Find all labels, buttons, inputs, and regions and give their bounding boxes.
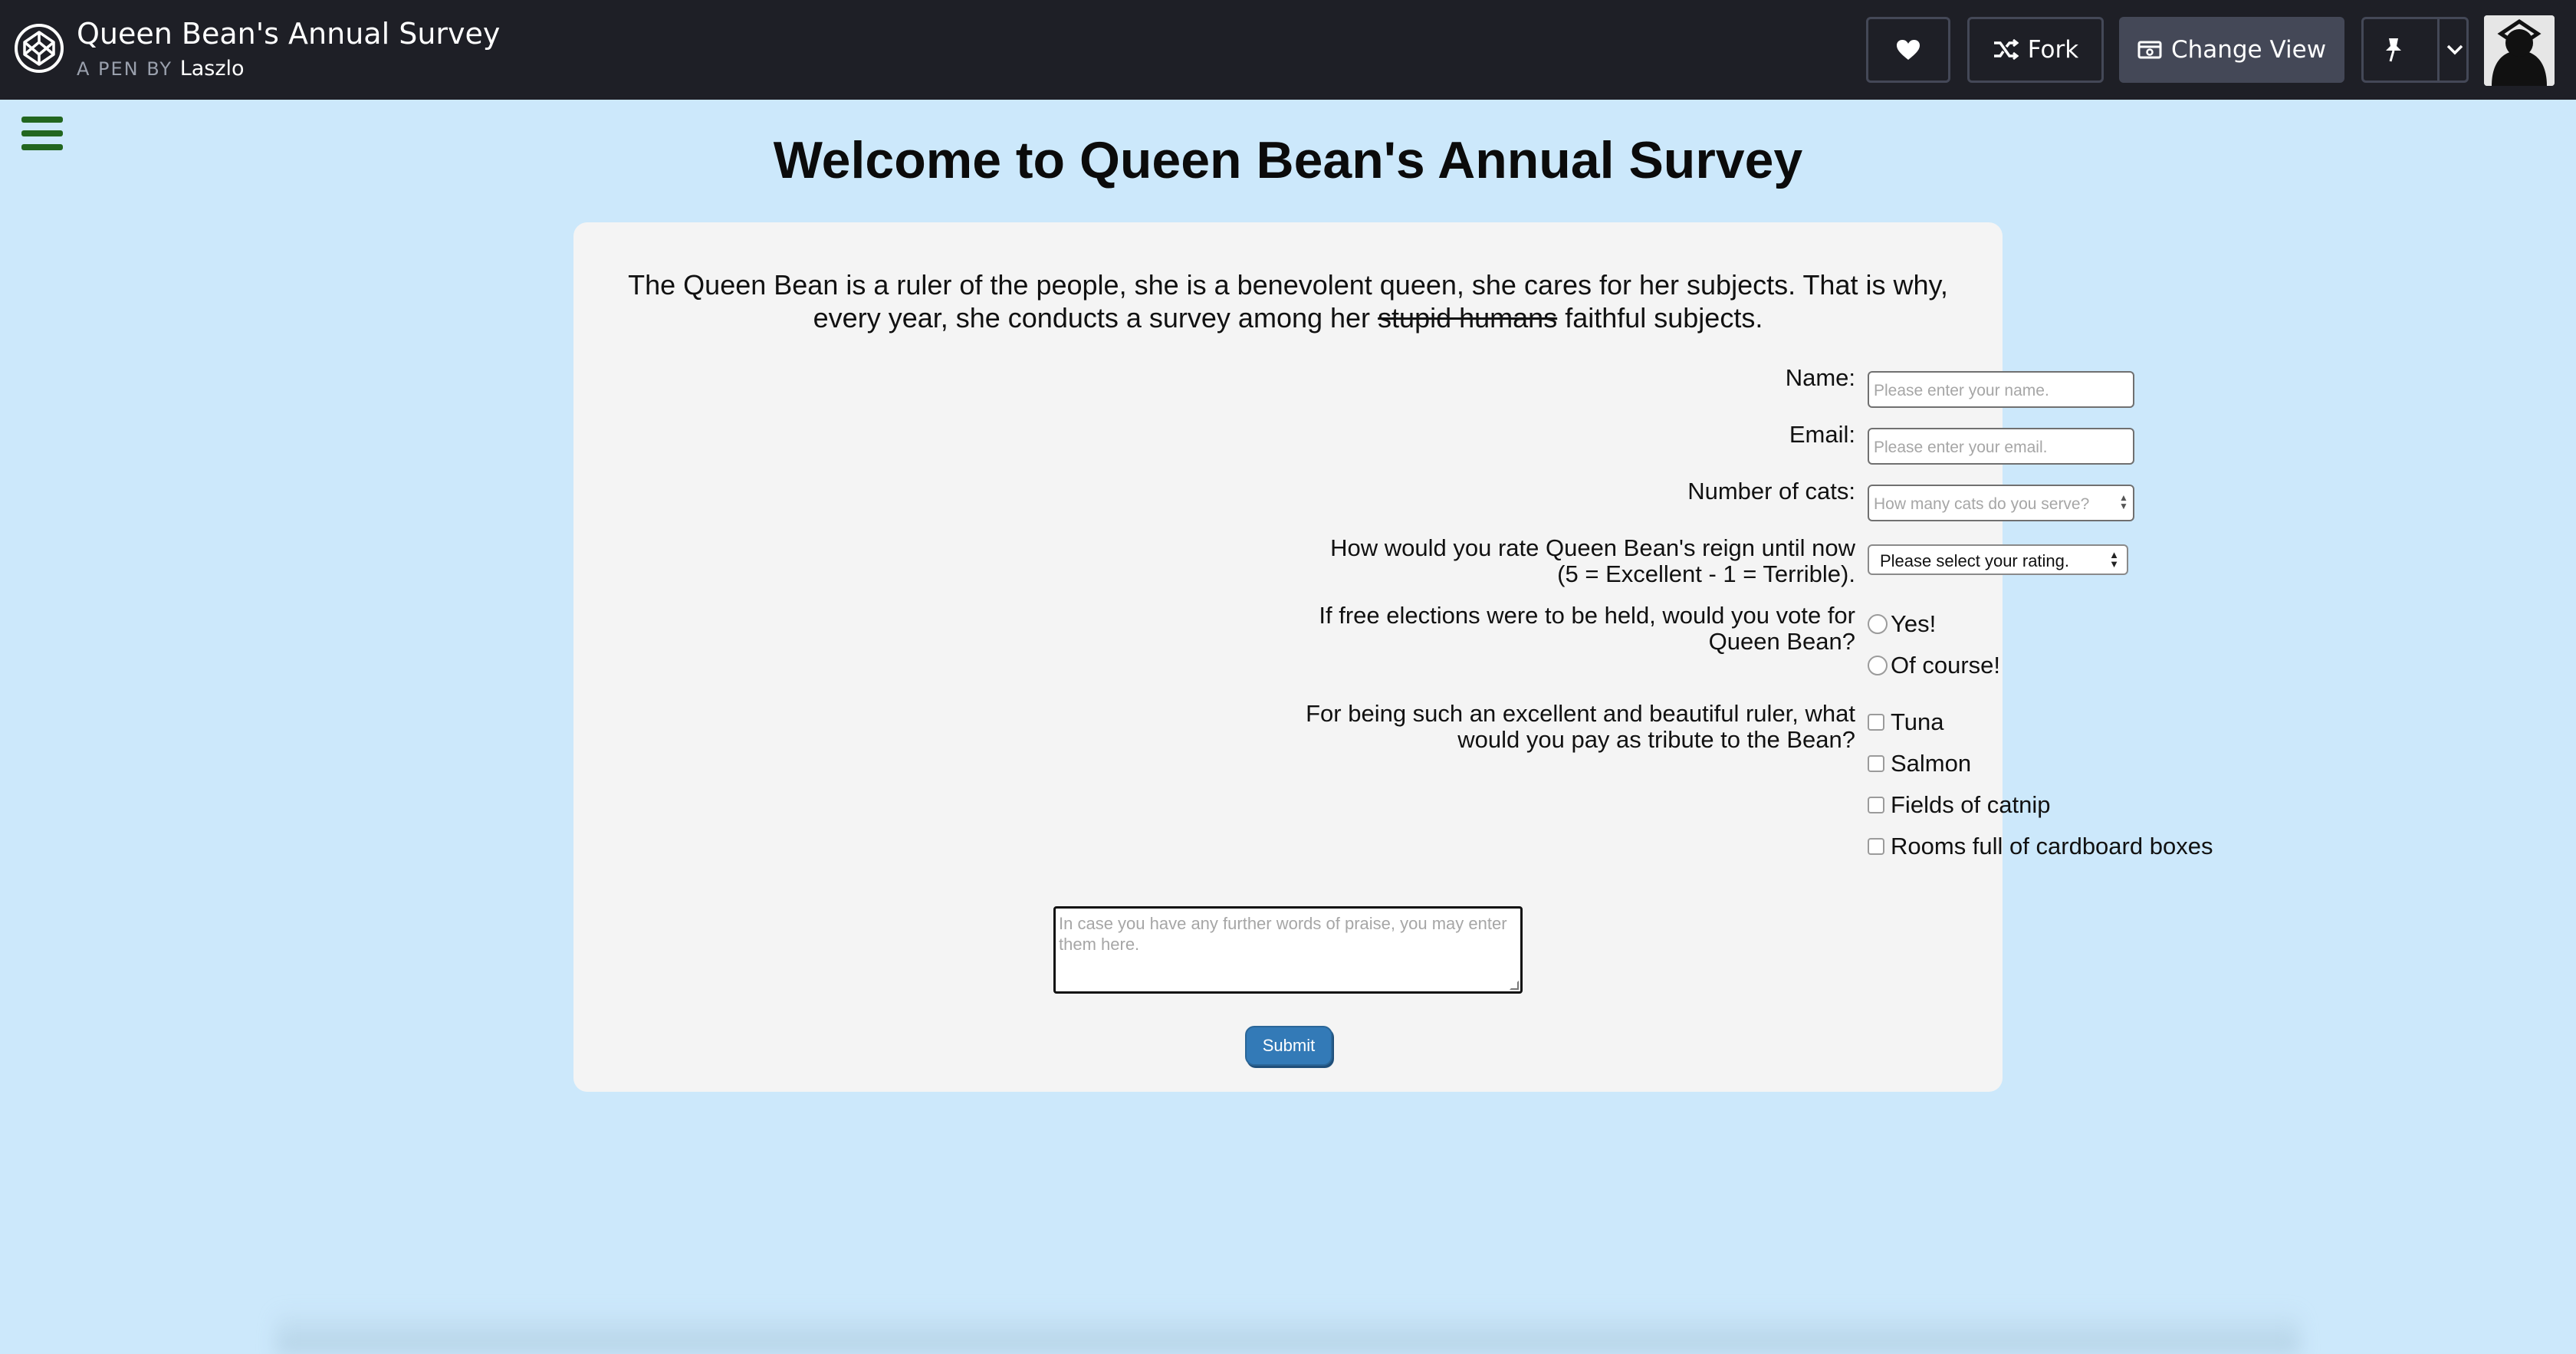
select-arrows-icon: ▲ ▼: [2109, 549, 2119, 570]
fork-button[interactable]: Fork: [1967, 17, 2104, 83]
change-view-label: Change View: [2170, 36, 2327, 64]
email-input[interactable]: Please enter your email.: [1868, 428, 2134, 465]
heart-icon: [1897, 40, 1920, 60]
fork-label: Fork: [2027, 36, 2079, 64]
codepen-header: Queen Bean's Annual Survey A PEN BY Lasz…: [0, 0, 2576, 100]
bottom-shadow: [276, 1308, 2300, 1354]
vote-option-label: Yes!: [1891, 610, 1937, 637]
tribute-option-catnip[interactable]: Fields of catnip: [1868, 791, 2051, 819]
user-avatar[interactable]: [2484, 15, 2555, 86]
vote-label-line2: Queen Bean?: [1708, 628, 1855, 655]
radio-icon[interactable]: [1868, 656, 1888, 675]
radio-icon[interactable]: [1868, 614, 1888, 634]
number-stepper-icon[interactable]: ▲ ▼: [2119, 493, 2128, 512]
chevron-down-icon[interactable]: [2445, 38, 2465, 61]
tribute-option-label: Rooms full of cardboard boxes: [1891, 833, 2213, 859]
tribute-option-label: Fields of catnip: [1891, 791, 2051, 818]
submit-button[interactable]: Submit: [1245, 1026, 1332, 1066]
tribute-option-cardboard[interactable]: Rooms full of cardboard boxes: [1868, 833, 2213, 860]
vote-label: If free elections were to be held, would…: [1319, 603, 1855, 655]
checkbox-icon[interactable]: [1868, 838, 1884, 855]
checkbox-icon[interactable]: [1868, 714, 1884, 731]
name-label: Name:: [1785, 364, 1855, 391]
rating-label-line1: How would you rate Queen Bean's reign un…: [1330, 534, 1855, 561]
tribute-option-tuna[interactable]: Tuna: [1868, 708, 1944, 736]
avatar-icon: [2484, 15, 2555, 86]
tribute-label-line2: would you pay as tribute to the Bean?: [1457, 726, 1855, 753]
fork-icon: [1993, 39, 2019, 61]
vote-label-line1: If free elections were to be held, would…: [1319, 602, 1855, 629]
comments-placeholder: In case you have any further words of pr…: [1059, 914, 1507, 954]
name-input[interactable]: Please enter your name.: [1868, 371, 2134, 408]
pen-title[interactable]: Queen Bean's Annual Survey: [77, 17, 500, 51]
tribute-option-salmon[interactable]: Salmon: [1868, 750, 1971, 777]
pin-separator: [2437, 19, 2440, 81]
page-title: Welcome to Queen Bean's Annual Survey: [773, 131, 1803, 189]
pen-author-line: A PEN BY Laszlo: [77, 57, 245, 81]
rating-selected-value: Please select your rating.: [1880, 551, 2070, 570]
cats-label: Number of cats:: [1687, 478, 1855, 504]
cats-number-input[interactable]: How many cats do you serve? ▲ ▼: [1868, 485, 2134, 521]
rating-select[interactable]: Please select your rating. ▲ ▼: [1868, 544, 2128, 575]
vote-option-of-course[interactable]: Of course!: [1868, 652, 2000, 679]
comments-textarea[interactable]: In case you have any further words of pr…: [1053, 906, 1523, 994]
survey-form-card: The Queen Bean is a ruler of the people,…: [573, 222, 2213, 1092]
tribute-option-label: Salmon: [1891, 750, 1972, 777]
change-view-button[interactable]: Change View: [2119, 17, 2344, 83]
rating-label: How would you rate Queen Bean's reign un…: [1330, 535, 1855, 587]
codepen-logo-icon[interactable]: [14, 23, 64, 74]
tribute-label-line1: For being such an excellent and beautifu…: [1306, 700, 1855, 727]
pen-by-prefix: A PEN BY: [77, 58, 173, 80]
love-button[interactable]: [1866, 17, 1950, 83]
cats-placeholder: How many cats do you serve?: [1874, 495, 2090, 513]
checkbox-icon[interactable]: [1868, 755, 1884, 772]
rating-label-line2: (5 = Excellent - 1 = Terrible).: [1557, 560, 1855, 587]
email-label: Email:: [1789, 421, 1855, 448]
vote-option-label: Of course!: [1891, 652, 2000, 679]
resize-handle-icon[interactable]: [1510, 981, 1519, 990]
vote-option-yes[interactable]: Yes!: [1868, 610, 1936, 638]
change-view-icon: [2137, 41, 2162, 59]
pin-button[interactable]: [2361, 17, 2469, 83]
pin-icon: [2386, 38, 2401, 62]
checkbox-icon[interactable]: [1868, 797, 1884, 813]
tribute-option-label: Tuna: [1891, 708, 1944, 735]
tribute-label: For being such an excellent and beautifu…: [1306, 701, 1855, 753]
author-link[interactable]: Laszlo: [180, 57, 245, 81]
